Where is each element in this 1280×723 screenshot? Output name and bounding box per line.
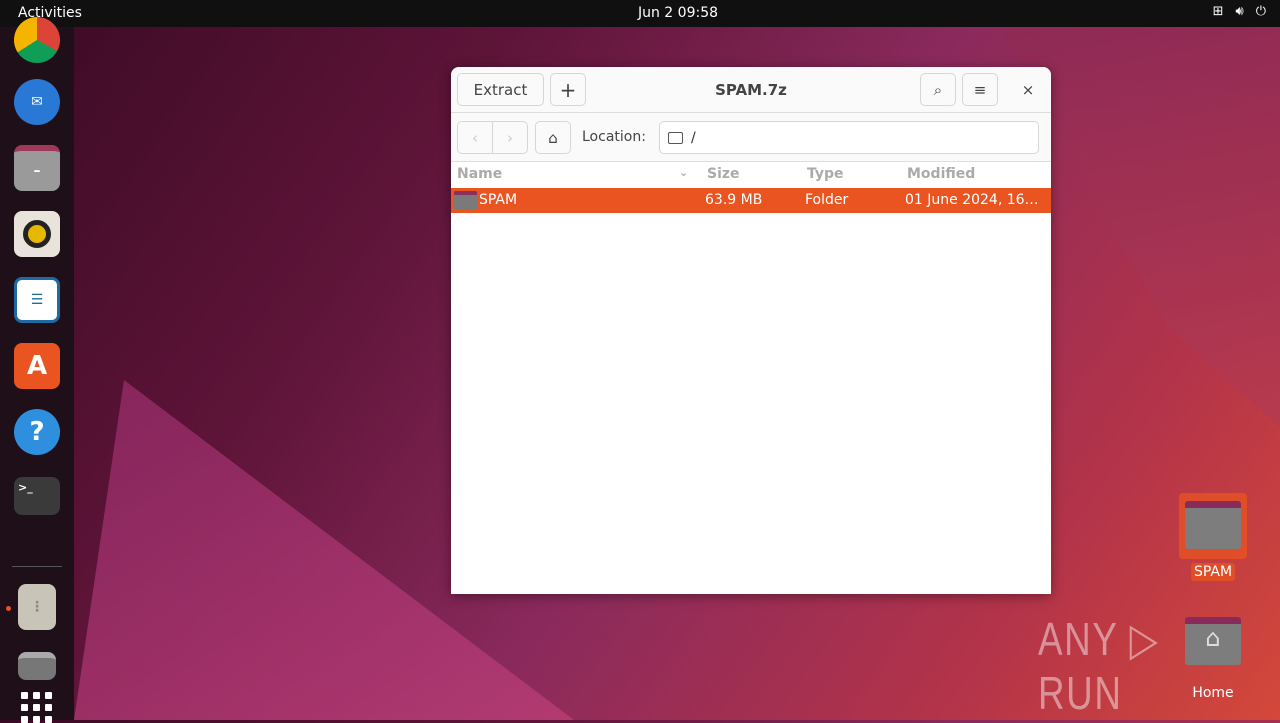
column-modified[interactable]: Modified: [907, 166, 975, 182]
top-bar: Activities Jun 2 09:58 ⊞ 🔊︎ ⏻: [0, 0, 1280, 27]
location-label: Location:: [582, 129, 646, 145]
table-row[interactable]: SPAM 63.9 MB Folder 01 June 2024, 16…: [451, 188, 1051, 213]
folder-icon: [668, 131, 683, 144]
close-icon: ×: [1021, 80, 1035, 99]
help-icon[interactable]: ?: [14, 409, 60, 455]
clock[interactable]: Jun 2 09:58: [0, 5, 1280, 21]
sort-chevron-down-icon: ⌄: [679, 166, 689, 179]
drive-icon[interactable]: [18, 652, 56, 680]
add-files-button[interactable]: +: [550, 73, 586, 106]
app-center-icon[interactable]: A: [14, 343, 60, 389]
column-size[interactable]: Size: [707, 166, 740, 182]
terminal-icon[interactable]: >_: [14, 477, 60, 515]
chrome-icon[interactable]: [14, 17, 60, 63]
location-toolbar: ‹ › ⌂ Location: /: [451, 113, 1051, 162]
location-field[interactable]: /: [659, 121, 1039, 154]
running-indicator: [6, 606, 11, 611]
dock-separator: [12, 566, 62, 567]
row-name: SPAM: [479, 192, 518, 208]
row-size: 63.9 MB: [705, 192, 763, 208]
system-tray[interactable]: ⊞ 🔊︎ ⏻: [1213, 4, 1266, 19]
forward-button[interactable]: ›: [492, 121, 528, 154]
home-icon: ⌂: [548, 128, 558, 147]
close-button[interactable]: ×: [1010, 73, 1046, 106]
power-icon: ⏻: [1255, 4, 1266, 19]
desktop-icon-spam[interactable]: SPAM: [1179, 493, 1247, 581]
column-type[interactable]: Type: [807, 166, 844, 182]
folder-icon: [454, 191, 477, 210]
archive-manager-icon[interactable]: ⋮: [18, 584, 56, 630]
back-button[interactable]: ‹: [457, 121, 493, 154]
row-type: Folder: [805, 192, 849, 208]
search-icon: ⌕: [933, 80, 943, 99]
thunderbird-icon[interactable]: ✉: [14, 79, 60, 125]
chevron-left-icon: ‹: [472, 128, 478, 147]
location-value: /: [691, 129, 696, 146]
extract-button[interactable]: Extract: [457, 73, 544, 106]
libreoffice-writer-icon[interactable]: ☰: [14, 277, 60, 323]
network-icon: ⊞: [1212, 4, 1224, 19]
archive-manager-window: Extract + SPAM.7z ⌕ ≡ × ‹ › ⌂ Location: …: [451, 67, 1051, 594]
menu-button[interactable]: ≡: [962, 73, 998, 106]
hamburger-icon: ≡: [973, 80, 987, 99]
files-icon[interactable]: –: [14, 145, 60, 191]
column-name[interactable]: Name: [457, 166, 502, 182]
column-headers: Name ⌄ Size Type Modified: [451, 162, 1051, 188]
folder-icon: [1179, 493, 1247, 559]
home-button[interactable]: ⌂: [535, 121, 571, 154]
desktop-icon-label: SPAM: [1190, 563, 1236, 581]
show-apps-icon[interactable]: [21, 692, 52, 723]
dock: ✉ – ☰ A ? >_ ⋮: [0, 17, 74, 723]
row-modified: 01 June 2024, 16…: [905, 192, 1039, 208]
rhythmbox-icon[interactable]: [14, 211, 60, 257]
anyrun-watermark-logo: ANY ▷ RUN: [1038, 613, 1160, 719]
volume-icon: 🔊︎: [1235, 4, 1244, 19]
search-button[interactable]: ⌕: [920, 73, 956, 106]
header-bar: Extract + SPAM.7z ⌕ ≡ ×: [451, 67, 1051, 113]
chevron-right-icon: ›: [507, 128, 513, 147]
